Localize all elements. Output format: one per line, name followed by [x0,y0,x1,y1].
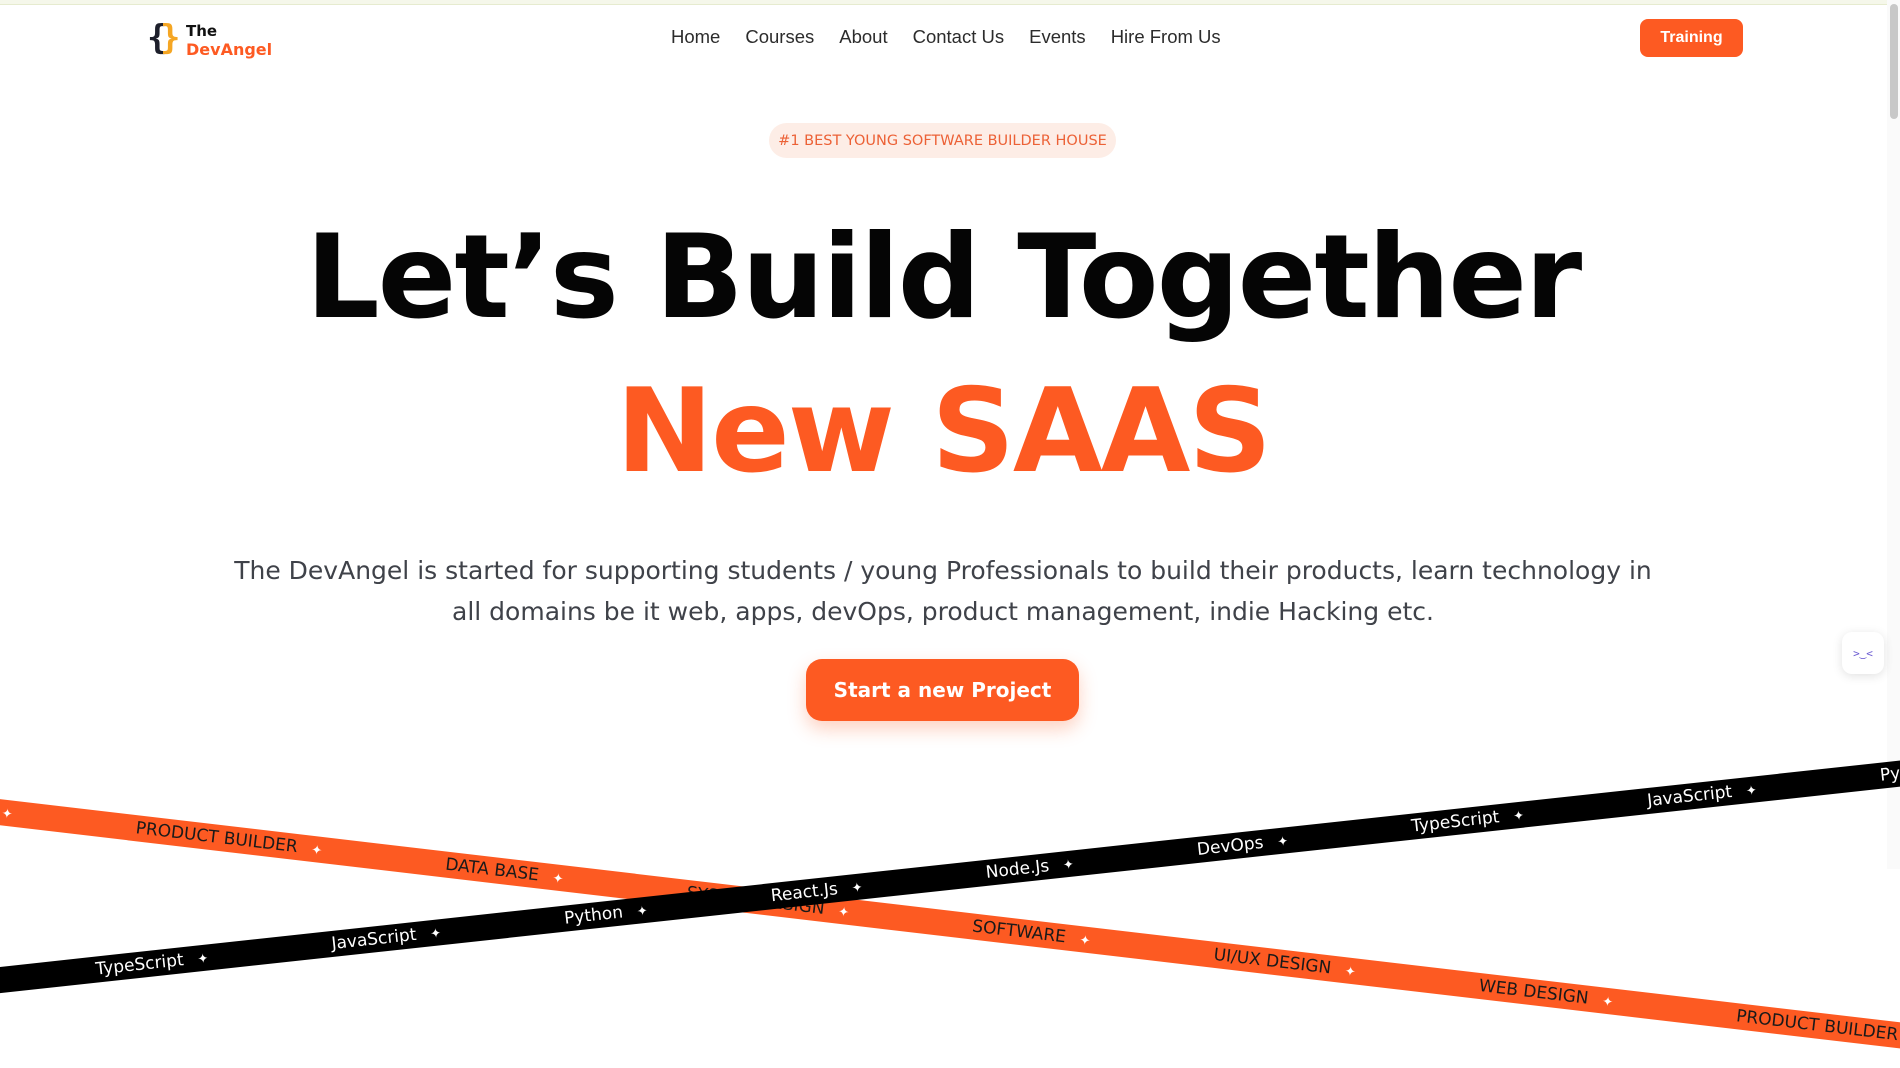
hero-badge: #1 BEST YOUNG SOFTWARE BUILDER HOUSE [769,123,1116,158]
ribbon-item: TypeScript ✦ [94,950,210,980]
ribbon-item: WEB DESIGN✦ [0,788,75,831]
ribbon-item: DATA BASE ✦ [444,854,565,888]
sparkle-icon: ✦ [1343,964,1357,981]
hero-description: The DevAngel is started for supporting s… [234,556,1652,626]
sparkle-icon: ✦ [1078,933,1092,950]
sparkle-icon: ✦ [310,842,323,859]
tech-ribbon-black: DevOps✦ TypeScript✦ JavaScript✦ Python✦ Reac… [0,742,1900,1006]
nav-courses[interactable]: Courses [745,26,814,48]
ribbon-item: DevOps✦ [0,966,35,1002]
hero-heading-line2: New SAAS [616,364,1272,499]
top-border [0,0,1900,5]
sparkle-icon: ✦ [1745,783,1758,800]
sparkle-icon: ✦ [636,903,649,920]
brand-name-line1: The [186,21,218,40]
hero-heading-line1: Let’s Build Together [305,210,1583,345]
sparkle-icon: ✦ [429,926,443,943]
ribbon-item: UI/UX DESIGN ✦ [1212,944,1357,981]
sparkle-icon: ✦ [1512,808,1525,825]
ribbon-item: JavaScript ✦ [330,924,443,954]
nav-hire-from-us[interactable]: Hire From Us [1111,26,1221,48]
ribbon-item: React.Js ✦ [769,879,864,907]
ribbon-item: SOFTWARE ✦ [971,916,1092,950]
brand-name-line2: DevAngel [186,39,273,59]
page-scrollbar[interactable] [1887,0,1900,869]
ribbon-item: Python✦ [563,902,649,929]
scrollbar-thumb[interactable] [1890,4,1898,119]
nav-home[interactable]: Home [671,26,720,48]
skills-ribbon-orange: WEB DESIGN✦PRODUCT BUILDER✦DATA BASE✦SYS… [0,785,1900,1068]
brand-logo[interactable]: {} The DevAngel [147,18,272,60]
main-nav: Home Courses About Contact Us Events Hir… [671,26,1221,48]
training-button[interactable]: Training [1640,19,1743,57]
brace-logo-icon: {} [147,18,181,58]
ribbon-item: PRODUCT BUILDER✦ [134,818,323,859]
sparkle-icon: ✦ [1601,994,1614,1011]
sparkle-icon: ✦ [1062,857,1075,874]
sparkle-icon: ✦ [1276,834,1290,851]
sparkle-icon: ✦ [196,951,210,968]
ribbon-item: WEB DESIGN✦ [1477,975,1614,1011]
nav-events[interactable]: Events [1029,26,1086,48]
sparkle-icon: ✦ [0,806,14,823]
nav-about[interactable]: About [839,26,887,48]
brand-wordmark: The DevAngel [186,22,272,59]
ribbon-item: TypeScript ✦ [1410,807,1525,837]
sparkle-icon: ✦ [551,871,565,888]
ribbon-item: DevOps✦ [1196,832,1290,860]
ribbon-item: PRODUCT BUILDER✦ [1735,1006,1900,1046]
nav-contact-us[interactable]: Contact Us [913,26,1005,48]
ribbon-item: JavaScript ✦ [1646,781,1758,812]
sparkle-icon: ✦ [851,880,864,897]
start-project-button[interactable]: Start a new Project [806,659,1079,721]
ribbon-item: Node.Js ✦ [984,856,1075,883]
chat-widget-icon[interactable]: >‿< [1842,632,1884,674]
sparkle-icon: ✦ [837,904,850,921]
